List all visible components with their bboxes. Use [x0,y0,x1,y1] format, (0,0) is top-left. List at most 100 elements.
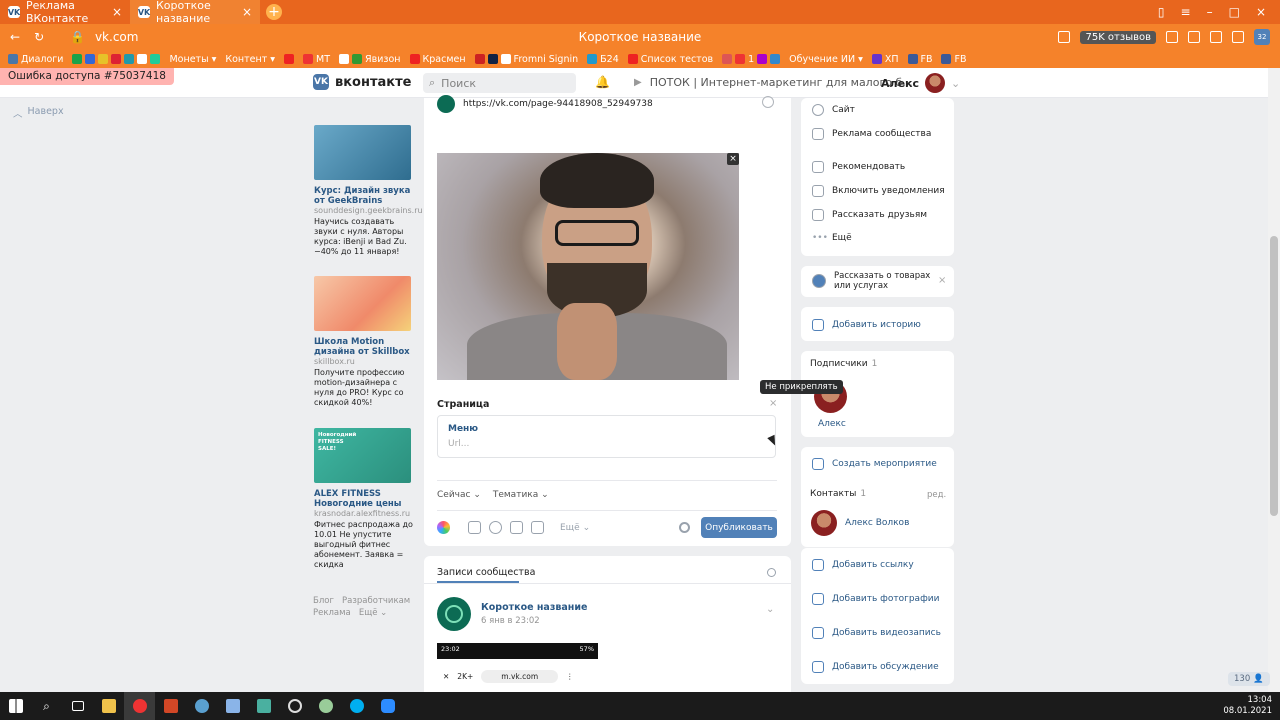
url-field[interactable]: vk.com [85,30,139,44]
powerpoint-button[interactable] [155,692,186,720]
camera-icon[interactable] [468,521,481,534]
ad-skillbox[interactable]: Школа Motion дизайна от Skillbox skillbo… [314,276,414,408]
app-button[interactable] [310,692,341,720]
extension-icon[interactable] [1188,31,1200,43]
wiki-menu-attachment[interactable]: Меню Url... [437,415,776,458]
article-icon[interactable] [531,521,544,534]
scroll-to-top[interactable]: ︿ Наверх [13,106,64,120]
bookmark-xp[interactable]: ХП [871,54,899,65]
audio-player[interactable]: ▶ ПОТОК | Интернет-маркетинг для малого … [634,76,913,89]
close-window-icon[interactable]: × [1256,5,1266,19]
search-input[interactable]: ⌕ Поиск [423,73,576,93]
close-tab-icon[interactable]: × [242,5,252,19]
time-select[interactable]: Сейчас ⌄ [437,490,481,500]
online-counter[interactable]: 130 👤 [1228,672,1270,686]
remove-photo-icon[interactable]: × [727,153,739,165]
detach-close-icon[interactable]: × [769,398,777,409]
add-photos-button[interactable]: Добавить фотографии [812,593,939,605]
profile-badge[interactable]: 32 [1254,29,1270,45]
publish-button[interactable]: Опубликовать [701,517,777,538]
post-image[interactable]: 23:02 57% ✕ 2K+ m.vk.com ⋮ [437,643,598,693]
poster-icon[interactable] [437,521,450,534]
footer-ads[interactable]: Реклама [313,608,351,618]
task-view-button[interactable] [62,692,93,720]
post-date[interactable]: 6 янв в 23:02 [481,616,540,626]
skype-button[interactable] [341,692,372,720]
maximize-icon[interactable]: □ [1229,5,1240,19]
tab-vk-ads[interactable]: VK Реклама ВКонтакте × [0,0,130,25]
bookmark-dialogs[interactable]: Диалоги [8,54,63,65]
post-author[interactable]: Короткое название [481,602,587,613]
search-icon[interactable] [767,568,776,577]
close-tab-icon[interactable]: × [112,5,122,19]
bookmark-fromni[interactable]: Fromni Signin [474,54,578,65]
yandex-browser-button[interactable] [124,692,155,720]
new-tab-button[interactable]: + [266,4,282,20]
more-link[interactable]: ••• Ещё [812,233,852,243]
search-button[interactable]: ⌕ [31,692,62,720]
products-prompt[interactable]: Рассказать о товарах или услугах [812,271,940,291]
subscriber-name[interactable]: Алекс [818,419,846,429]
app-button[interactable] [248,692,279,720]
bookmark-youtube[interactable] [284,54,295,64]
tab-community-posts[interactable]: Записи сообщества [437,567,535,578]
more-attach-button[interactable]: Ещё ⌄ [560,523,590,533]
app-button[interactable] [279,692,310,720]
subscribers-header[interactable]: Подписчики 1 [810,359,877,369]
music-icon[interactable] [510,521,523,534]
menu-icon[interactable]: ≡ [1181,5,1191,19]
zoom-button[interactable] [372,692,403,720]
ad-alex-fitness[interactable]: Новогодний FITNESS SALE! ALEX FITNESS Но… [314,428,414,570]
bookmark-tests[interactable]: Список тестов [627,54,713,65]
bookmark-b24[interactable]: Б24 [587,54,619,65]
close-icon[interactable]: × [938,275,946,286]
play-icon[interactable]: ▶ [634,77,642,88]
add-link-button[interactable]: Добавить ссылку [812,559,914,571]
notifications-link[interactable]: Включить уведомления [812,185,945,197]
minimize-icon[interactable]: – [1207,5,1213,19]
user-menu[interactable]: Алекс ⌄ [881,73,960,93]
create-event-button[interactable]: Создать мероприятие [812,458,937,470]
bookmarks-icon[interactable]: ▯ [1158,5,1165,19]
notifications-bell-icon[interactable]: 🔔 [595,75,610,89]
shield-icon[interactable] [1210,31,1222,43]
footer-developers[interactable]: Разработчикам [342,596,410,606]
bookmark-content[interactable]: Контент ▾ [225,54,275,65]
contact-avatar[interactable] [811,510,837,536]
download-icon[interactable] [1232,31,1244,43]
video-icon[interactable] [489,521,502,534]
calculator-button[interactable] [217,692,248,720]
chevron-down-icon[interactable]: ⌄ [766,604,774,615]
reviews-badge[interactable]: 75K отзывов [1080,30,1156,44]
bookmark-icon[interactable] [1166,31,1178,43]
contacts-header[interactable]: Контакты 1 [810,489,866,499]
recommend-link[interactable]: Рекомендовать [812,161,905,173]
back-icon[interactable]: ← [10,30,20,44]
contacts-edit-link[interactable]: ред. [927,490,946,500]
app-button[interactable] [186,692,217,720]
add-discussion-button[interactable]: Добавить обсуждение [812,661,939,673]
ad-geekbrains[interactable]: Курс: Дизайн звука от GeekBrains soundde… [314,125,423,257]
bookmark-fb-2[interactable]: FB [941,54,966,65]
scrollbar-thumb[interactable] [1270,236,1278,516]
system-clock[interactable]: 13:04 08.01.2021 [1223,695,1280,717]
community-ads-link[interactable]: Реклама сообщества [812,128,931,140]
copy-icon[interactable] [1058,31,1071,43]
bookmark-coins[interactable]: Монеты ▾ [169,54,216,65]
site-link[interactable]: Сайт [812,104,855,116]
reload-icon[interactable]: ↻ [34,30,44,44]
bookmark-mt[interactable]: МТ [303,54,330,65]
add-video-button[interactable]: Добавить видеозапись [812,627,941,639]
emoji-icon[interactable] [762,96,774,108]
bookmark-misc[interactable]: 1 [722,54,781,65]
bookmark-krasmen[interactable]: Красмен [409,54,466,65]
bookmark-icons[interactable] [72,54,161,64]
page-scrollbar[interactable] [1268,68,1280,692]
add-story-button[interactable]: Добавить историю [812,319,921,331]
gear-icon[interactable] [679,522,690,533]
footer-blog[interactable]: Блог [313,596,334,606]
contact-name[interactable]: Алекс Волков [845,518,909,528]
community-avatar[interactable] [437,597,471,631]
share-link[interactable]: Рассказать друзьям [812,209,927,221]
tab-short-name[interactable]: VK Короткое название × [130,0,260,25]
